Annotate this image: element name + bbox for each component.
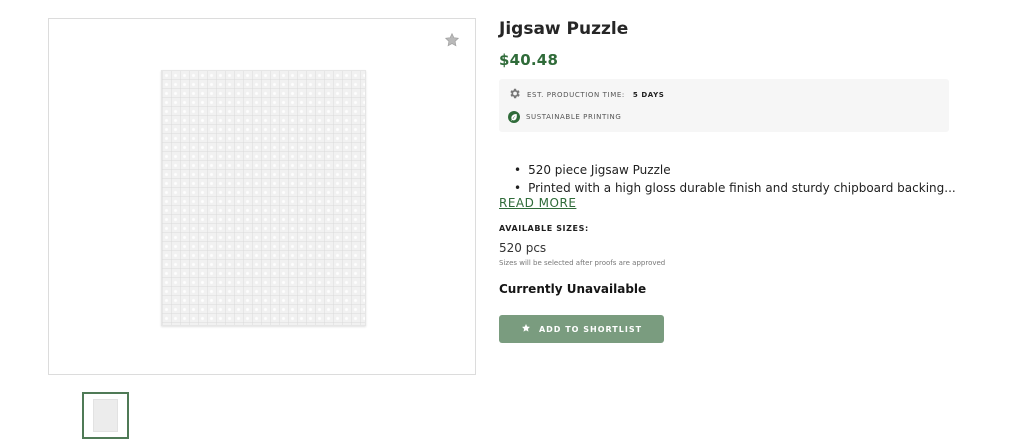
size-value: 520 pcs xyxy=(499,241,547,255)
add-to-shortlist-label: ADD TO SHORTLIST xyxy=(538,324,643,334)
size-note: Sizes will be selected after proofs are … xyxy=(499,259,666,267)
production-time-value: 5 DAYS xyxy=(632,90,665,99)
read-more-link[interactable]: READ MORE xyxy=(499,196,576,210)
favorite-star-icon[interactable] xyxy=(441,29,463,51)
production-time-label: EST. PRODUCTION TIME: xyxy=(527,90,625,99)
thumbnail-selected[interactable] xyxy=(82,392,129,439)
product-price: $40.48 xyxy=(499,51,559,69)
sustainable-label: SUSTAINABLE PRINTING xyxy=(526,113,622,121)
product-image[interactable] xyxy=(161,70,366,326)
gear-icon xyxy=(508,87,521,102)
available-sizes-heading: AVAILABLE SIZES: xyxy=(499,224,589,233)
description-list: 520 piece Jigsaw Puzzle Printed with a h… xyxy=(514,161,956,197)
product-image-frame xyxy=(48,18,476,375)
add-to-shortlist-button[interactable]: ADD TO SHORTLIST xyxy=(499,315,664,343)
description-bullet: Printed with a high gloss durable finish… xyxy=(514,179,956,197)
availability-status: Currently Unavailable xyxy=(499,282,647,296)
star-icon xyxy=(521,323,531,335)
sustainable-row: SUSTAINABLE PRINTING xyxy=(508,111,621,123)
product-title: Jigsaw Puzzle xyxy=(499,19,629,39)
production-info-box: EST. PRODUCTION TIME: 5 DAYS SUSTAINABLE … xyxy=(499,79,949,132)
description-bullet: 520 piece Jigsaw Puzzle xyxy=(514,161,956,179)
thumbnail-image xyxy=(93,399,118,432)
production-time-row: EST. PRODUCTION TIME: 5 DAYS xyxy=(508,87,664,102)
leaf-icon xyxy=(508,111,520,123)
